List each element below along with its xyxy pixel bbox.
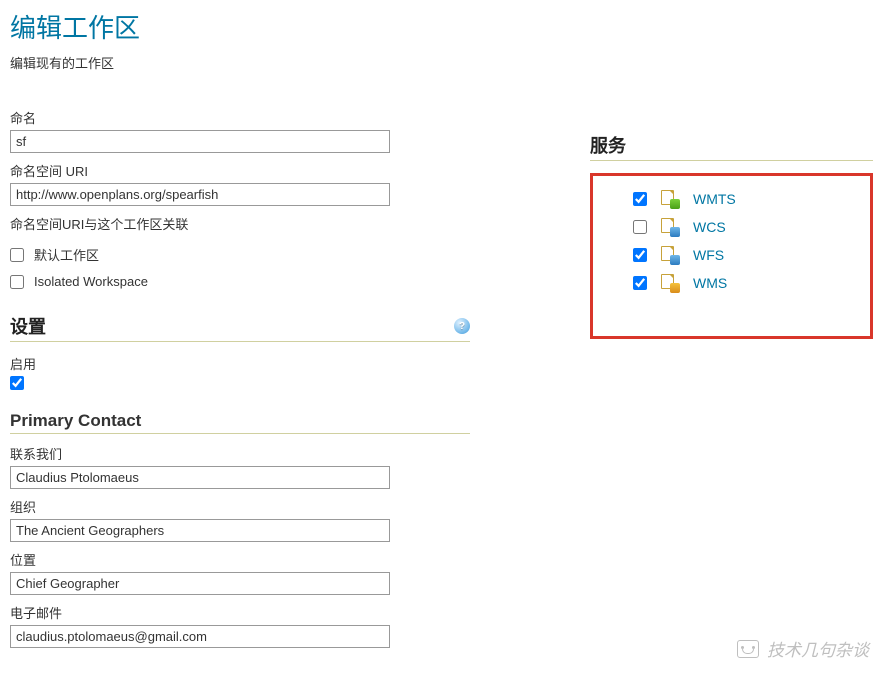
settings-header-text: 设置 [10, 313, 46, 339]
services-highlight-box: WMTS WCS WFS WMS [590, 173, 873, 339]
org-input[interactable] [10, 519, 390, 542]
left-column: 命名 命名空间 URI 命名空间URI与这个工作区关联 默认工作区 Isolat… [10, 108, 470, 656]
service-link-wms[interactable]: WMS [693, 275, 727, 291]
service-row-wcs: WCS [633, 218, 846, 236]
isolated-workspace-label: Isolated Workspace [34, 274, 148, 289]
service-checkbox-wfs[interactable] [633, 248, 647, 262]
contact-label: 联系我们 [10, 444, 470, 463]
services-header-text: 服务 [590, 132, 626, 158]
isolated-workspace-checkbox[interactable] [10, 275, 24, 289]
page-title: 编辑工作区 [10, 8, 873, 45]
org-label: 组织 [10, 497, 470, 516]
watermark: 技术几句杂谈 [737, 636, 869, 661]
name-input[interactable] [10, 130, 390, 153]
service-row-wms: WMS [633, 274, 846, 292]
service-checkbox-wmts[interactable] [633, 192, 647, 206]
name-label: 命名 [10, 108, 470, 127]
contact-input[interactable] [10, 466, 390, 489]
service-icon [661, 274, 679, 292]
help-icon[interactable]: ? [454, 318, 470, 334]
primary-contact-header: Primary Contact [10, 411, 470, 434]
page-subtitle: 编辑现有的工作区 [10, 53, 873, 72]
email-label: 电子邮件 [10, 603, 470, 622]
enabled-checkbox[interactable] [10, 376, 24, 390]
isolated-workspace-row: Isolated Workspace [10, 274, 470, 289]
service-checkbox-wcs[interactable] [633, 220, 647, 234]
namespace-uri-input[interactable] [10, 183, 390, 206]
service-checkbox-wms[interactable] [633, 276, 647, 290]
services-header: 服务 [590, 132, 873, 161]
position-input[interactable] [10, 572, 390, 595]
wechat-icon [737, 640, 759, 658]
enabled-label: 启用 [10, 354, 470, 373]
default-workspace-checkbox[interactable] [10, 248, 24, 262]
email-input[interactable] [10, 625, 390, 648]
position-label: 位置 [10, 550, 470, 569]
service-icon [661, 190, 679, 208]
service-link-wmts[interactable]: WMTS [693, 191, 736, 207]
service-icon [661, 246, 679, 264]
service-row-wfs: WFS [633, 246, 846, 264]
default-workspace-label: 默认工作区 [34, 245, 99, 264]
service-link-wfs[interactable]: WFS [693, 247, 724, 263]
watermark-text: 技术几句杂谈 [767, 636, 869, 661]
default-workspace-row: 默认工作区 [10, 245, 470, 264]
service-link-wcs[interactable]: WCS [693, 219, 726, 235]
service-icon [661, 218, 679, 236]
service-row-wmts: WMTS [633, 190, 846, 208]
namespace-uri-hint: 命名空间URI与这个工作区关联 [10, 214, 470, 233]
namespace-uri-label: 命名空间 URI [10, 161, 470, 180]
settings-header: 设置 ? [10, 313, 470, 342]
right-column: 服务 WMTS WCS WFS WMS [590, 108, 873, 656]
